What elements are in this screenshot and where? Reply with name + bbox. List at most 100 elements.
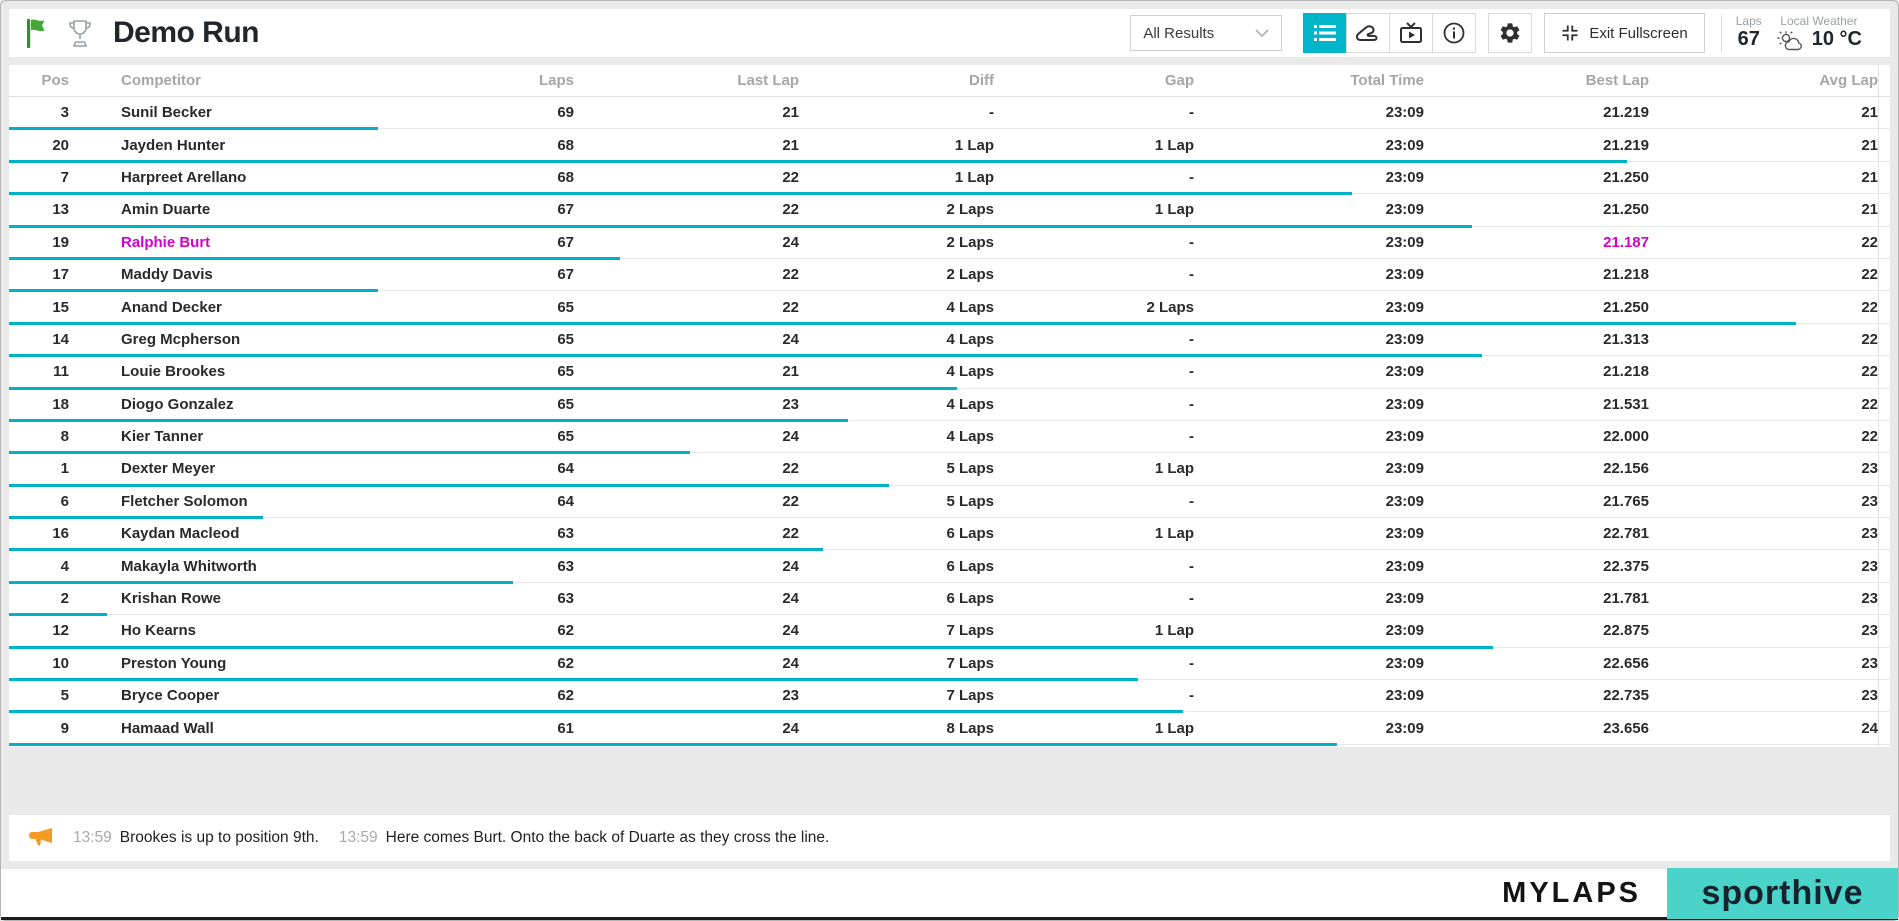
megaphone-icon [27, 826, 53, 850]
table-row[interactable]: 16 Kaydan Macleod 63 22 6 Laps 1 Lap 23:… [9, 518, 1890, 550]
table-row[interactable]: 18 Diogo Gonzalez 65 23 4 Laps - 23:09 2… [9, 389, 1890, 421]
laps-cell: 62 [421, 622, 574, 639]
results-filter-value: All Results [1143, 25, 1214, 42]
gap-cell: 1 Lap [994, 460, 1194, 477]
table-row[interactable]: 10 Preston Young 62 24 7 Laps - 23:09 22… [9, 648, 1890, 680]
total-time-cell: 23:09 [1194, 234, 1424, 251]
exit-fullscreen-icon [1561, 24, 1579, 42]
gap-cell: - [994, 363, 1194, 380]
video-view-button[interactable] [1389, 13, 1433, 53]
lap-progress-bar [9, 743, 1337, 746]
competitor-cell: Harpreet Arellano [121, 169, 421, 186]
table-row[interactable]: 3 Sunil Becker 69 21 - - 23:09 21.219 21 [9, 97, 1890, 129]
pos-cell: 11 [19, 363, 69, 380]
table-row[interactable]: 7 Harpreet Arellano 68 22 1 Lap - 23:09 … [9, 162, 1890, 194]
table-row[interactable]: 12 Ho Kearns 62 24 7 Laps 1 Lap 23:09 22… [9, 615, 1890, 647]
table-row[interactable]: 17 Maddy Davis 67 22 2 Laps - 23:09 21.2… [9, 259, 1890, 291]
best-lap-cell: 21.765 [1424, 493, 1649, 510]
settings-button[interactable] [1488, 13, 1532, 53]
table-row[interactable]: 6 Fletcher Solomon 64 22 5 Laps - 23:09 … [9, 486, 1890, 518]
table-row[interactable]: 4 Makayla Whitworth 63 24 6 Laps - 23:09… [9, 550, 1890, 582]
pos-cell: 16 [19, 525, 69, 542]
avg-lap-cell: 21 [1649, 201, 1878, 218]
pos-cell: 3 [19, 104, 69, 121]
gap-cell: 1 Lap [994, 720, 1194, 737]
competitor-cell: Anand Decker [121, 299, 421, 316]
pos-cell: 5 [19, 687, 69, 704]
laps-cell: 65 [421, 363, 574, 380]
table-row[interactable]: 1 Dexter Meyer 64 22 5 Laps 1 Lap 23:09 … [9, 453, 1890, 485]
laps-cell: 63 [421, 525, 574, 542]
best-lap-cell: 21.250 [1424, 201, 1649, 218]
announcement-text: Brookes is up to position 9th. [120, 829, 319, 847]
best-lap-cell: 22.875 [1424, 622, 1649, 639]
header-avg-lap: Avg Lap [1649, 72, 1878, 89]
gap-cell: - [994, 558, 1194, 575]
best-lap-cell: 21.218 [1424, 363, 1649, 380]
laps-cell: 68 [421, 169, 574, 186]
total-time-cell: 23:09 [1194, 299, 1424, 316]
table-row[interactable]: 11 Louie Brookes 65 21 4 Laps - 23:09 21… [9, 356, 1890, 388]
last-lap-cell: 24 [574, 622, 799, 639]
diff-cell: 4 Laps [799, 299, 994, 316]
last-lap-cell: 24 [574, 331, 799, 348]
laps-value: 67 [1738, 28, 1760, 51]
header-competitor: Competitor [121, 72, 421, 89]
best-lap-cell: 21.250 [1424, 169, 1649, 186]
race-track-icon [1355, 23, 1381, 43]
best-lap-cell: 21.187 [1424, 234, 1649, 251]
info-button[interactable] [1432, 13, 1476, 53]
last-lap-cell: 24 [574, 234, 799, 251]
last-lap-cell: 22 [574, 266, 799, 283]
table-row[interactable]: 15 Anand Decker 65 22 4 Laps 2 Laps 23:0… [9, 291, 1890, 323]
avg-lap-cell: 23 [1649, 558, 1878, 575]
avg-lap-cell: 22 [1649, 363, 1878, 380]
table-row[interactable]: 14 Greg Mcpherson 65 24 4 Laps - 23:09 2… [9, 324, 1890, 356]
pos-cell: 8 [19, 428, 69, 445]
diff-cell: 1 Lap [799, 169, 994, 186]
table-row[interactable]: 5 Bryce Cooper 62 23 7 Laps - 23:09 22.7… [9, 680, 1890, 712]
gear-icon [1498, 21, 1522, 45]
last-lap-cell: 22 [574, 493, 799, 510]
list-view-button[interactable] [1303, 13, 1347, 53]
competitor-cell: Kier Tanner [121, 428, 421, 445]
table-row[interactable]: 19 Ralphie Burt 67 24 2 Laps - 23:09 21.… [9, 227, 1890, 259]
avg-lap-cell: 23 [1649, 687, 1878, 704]
table-row[interactable]: 2 Krishan Rowe 63 24 6 Laps - 23:09 21.7… [9, 583, 1890, 615]
diff-cell: 4 Laps [799, 396, 994, 413]
table-row[interactable]: 8 Kier Tanner 65 24 4 Laps - 23:09 22.00… [9, 421, 1890, 453]
pos-cell: 10 [19, 655, 69, 672]
table-row[interactable]: 13 Amin Duarte 67 22 2 Laps 1 Lap 23:09 … [9, 194, 1890, 226]
total-time-cell: 23:09 [1194, 720, 1424, 737]
sun-cloud-icon [1776, 29, 1806, 51]
best-lap-cell: 21.313 [1424, 331, 1649, 348]
total-time-cell: 23:09 [1194, 104, 1424, 121]
announcement-bar: 13:59 Brookes is up to position 9th. 13:… [9, 815, 1890, 861]
local-weather: Local Weather 10 °C [1776, 15, 1862, 52]
track-view-button[interactable] [1346, 13, 1390, 53]
total-time-cell: 23:09 [1194, 525, 1424, 542]
diff-cell: 4 Laps [799, 363, 994, 380]
results-filter-dropdown[interactable]: All Results [1130, 15, 1282, 51]
laps-cell: 65 [421, 396, 574, 413]
best-lap-cell: 22.781 [1424, 525, 1649, 542]
total-time-cell: 23:09 [1194, 590, 1424, 607]
competitor-cell: Fletcher Solomon [121, 493, 421, 510]
pos-cell: 17 [19, 266, 69, 283]
weather-value: 10 °C [1812, 28, 1862, 51]
gap-cell: - [994, 687, 1194, 704]
laps-cell: 63 [421, 558, 574, 575]
competitor-cell: Kaydan Macleod [121, 525, 421, 542]
diff-cell: - [799, 104, 994, 121]
exit-fullscreen-button[interactable]: Exit Fullscreen [1544, 13, 1704, 53]
gap-cell: - [994, 493, 1194, 510]
avg-lap-cell: 23 [1649, 590, 1878, 607]
exit-fullscreen-label: Exit Fullscreen [1589, 25, 1687, 42]
diff-cell: 7 Laps [799, 687, 994, 704]
best-lap-cell: 21.219 [1424, 137, 1649, 154]
table-row[interactable]: 9 Hamaad Wall 61 24 8 Laps 1 Lap 23:09 2… [9, 712, 1890, 744]
pos-cell: 9 [19, 720, 69, 737]
table-row[interactable]: 20 Jayden Hunter 68 21 1 Lap 1 Lap 23:09… [9, 129, 1890, 161]
header-diff: Diff [799, 72, 994, 89]
header-laps: Laps [421, 72, 574, 89]
